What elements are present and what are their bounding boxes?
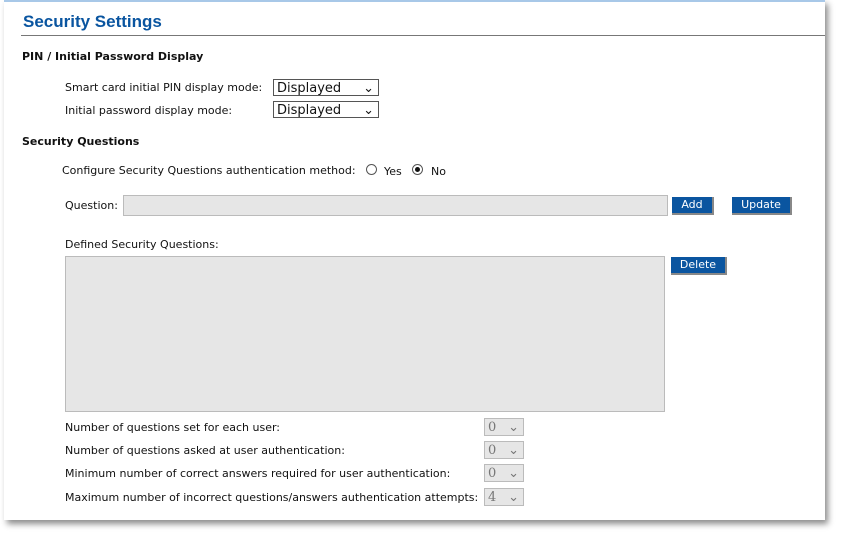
add-button[interactable]: Add [672, 197, 714, 215]
yes-radio[interactable] [366, 164, 377, 175]
defined-questions-list[interactable] [65, 256, 665, 412]
selected-value: 0 [488, 443, 497, 458]
question-label: Question: [65, 199, 118, 212]
chevron-down-icon: ⌄ [363, 103, 374, 118]
questions-set-select[interactable]: 0 ⌄ [484, 418, 524, 436]
chevron-down-icon: ⌄ [508, 466, 519, 481]
pin-section-heading: PIN / Initial Password Display [22, 50, 204, 63]
setting-label: Number of questions asked at user authen… [65, 444, 345, 457]
smart-card-pin-select[interactable]: Displayed ⌄ [273, 79, 379, 96]
selected-value: Displayed [277, 103, 342, 118]
defined-questions-label: Defined Security Questions: [65, 238, 219, 251]
chevron-down-icon: ⌄ [508, 443, 519, 458]
security-settings-panel: Security Settings PIN / Initial Password… [4, 0, 825, 520]
configure-method-label: Configure Security Questions authenticat… [62, 164, 356, 177]
setting-label: Maximum number of incorrect questions/an… [65, 491, 479, 504]
setting-label: Number of questions set for each user: [65, 421, 280, 434]
selected-value: 0 [488, 420, 497, 435]
update-button[interactable]: Update [732, 197, 792, 215]
chevron-down-icon: ⌄ [363, 81, 374, 96]
no-radio[interactable] [412, 164, 423, 175]
initial-password-select[interactable]: Displayed ⌄ [273, 101, 379, 118]
questions-asked-select[interactable]: 0 ⌄ [484, 441, 524, 459]
title-divider [21, 35, 825, 36]
yes-label: Yes [384, 165, 402, 178]
selected-value: Displayed [277, 81, 342, 96]
selected-value: 4 [488, 490, 497, 505]
min-correct-select[interactable]: 0 ⌄ [484, 464, 524, 482]
selected-value: 0 [488, 466, 497, 481]
chevron-down-icon: ⌄ [508, 490, 519, 505]
max-incorrect-select[interactable]: 4 ⌄ [484, 488, 524, 506]
setting-label: Minimum number of correct answers requir… [65, 467, 451, 480]
smart-card-pin-label: Smart card initial PIN display mode: [65, 81, 263, 94]
page-title: Security Settings [23, 12, 162, 31]
delete-button[interactable]: Delete [671, 257, 727, 275]
chevron-down-icon: ⌄ [508, 420, 519, 435]
initial-password-label: Initial password display mode: [65, 104, 233, 117]
no-label: No [431, 165, 446, 178]
question-input[interactable] [123, 195, 668, 216]
security-questions-heading: Security Questions [22, 135, 140, 148]
